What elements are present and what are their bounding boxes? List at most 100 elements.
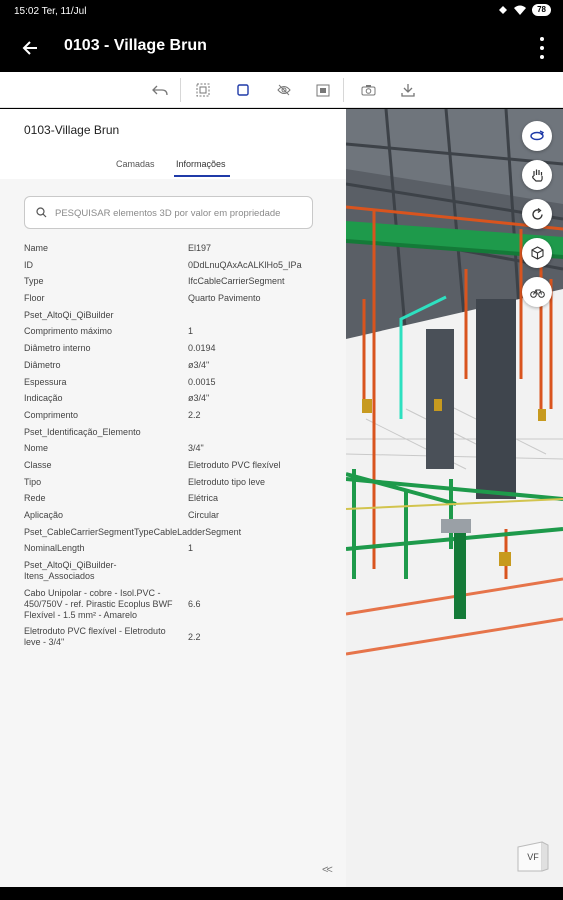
device-screen: { "status": { "time": "15:02 Ter, 11/Jul… xyxy=(0,0,563,900)
download-icon xyxy=(401,84,415,97)
property-value: 2.2 xyxy=(188,409,201,420)
property-key: Nome xyxy=(24,443,49,454)
property-value: Elétrica xyxy=(188,493,219,504)
property-key: Aplicação xyxy=(24,510,64,520)
property-key: NominalLength xyxy=(24,543,85,554)
property-value: 0.0194 xyxy=(188,343,216,354)
properties-list: Name El197 ID 0DdLnuQAxAcALKlHo5_IPa Type Ifc… xyxy=(24,243,324,654)
property-value: 6.6 xyxy=(188,598,201,609)
bicycle-icon xyxy=(529,289,545,298)
property-key: Tipo xyxy=(24,476,42,487)
orbit-icon xyxy=(530,130,544,141)
app-bar: 0103 - Village Brun xyxy=(0,24,563,72)
property-key: Pset_Identificação_Elemento xyxy=(24,426,141,437)
status-bar: 15:02 Ter, 11/Jul 78 xyxy=(0,0,563,24)
3d-viewport[interactable]: VF xyxy=(346,109,563,887)
collapse-panel-button[interactable]: << xyxy=(322,864,333,876)
hide-button[interactable] xyxy=(274,80,294,100)
viewcube-corner[interactable]: VF xyxy=(516,841,550,873)
property-value: El197 xyxy=(188,243,212,253)
section-box-button[interactable] xyxy=(313,80,333,100)
property-value xyxy=(188,527,320,538)
pan-button[interactable] xyxy=(522,160,552,190)
system-nav-bar xyxy=(0,887,563,900)
property-row: Pset_AltoQi_QiBuilder-Itens_Associados xyxy=(24,560,324,582)
cube-icon xyxy=(530,246,544,260)
hand-icon xyxy=(531,169,543,182)
property-value: Eletroduto tipo leve xyxy=(188,476,266,487)
property-row: Indicação ø3/4" xyxy=(24,393,324,404)
property-value: 0.0015 xyxy=(188,376,216,387)
property-key: Cabo Unipolar - cobre - Isol.PVC - 450/7… xyxy=(24,587,173,620)
property-row: Pset_AltoQi_QiBuilder xyxy=(24,310,324,321)
property-row: Pset_Identificação_Elemento xyxy=(24,427,324,438)
download-button[interactable] xyxy=(398,80,418,100)
property-key: ID xyxy=(24,259,33,270)
alarm-icon xyxy=(499,6,508,14)
undo-button[interactable] xyxy=(150,80,170,100)
property-row: Eletroduto PVC flexível - Eletroduto lev… xyxy=(24,626,324,648)
screenshot-button[interactable] xyxy=(358,80,378,100)
property-row: Comprimento máximo 1 xyxy=(24,326,324,337)
status-icons: 78 xyxy=(498,4,551,16)
search-box[interactable] xyxy=(24,196,313,229)
property-value: Quarto Pavimento xyxy=(188,293,261,304)
property-key: Diâmetro xyxy=(24,359,61,370)
orbit-button[interactable] xyxy=(522,121,552,151)
property-row: Floor Quarto Pavimento xyxy=(24,293,324,304)
property-row: Espessura 0.0015 xyxy=(24,377,324,388)
property-row: Rede Elétrica xyxy=(24,493,324,504)
property-row: ID 0DdLnuQAxAcALKlHo5_IPa xyxy=(24,260,324,271)
more-options-button[interactable] xyxy=(537,37,547,59)
property-value xyxy=(188,560,320,582)
battery-icon: 78 xyxy=(532,4,551,16)
property-value: ø3/4" xyxy=(188,393,210,404)
search-input[interactable] xyxy=(55,204,307,222)
wifi-icon xyxy=(514,5,527,15)
property-key: Eletroduto PVC flexível - Eletroduto lev… xyxy=(24,626,166,648)
tab-camadas[interactable]: Camadas xyxy=(116,159,155,169)
view-cube-button[interactable] xyxy=(522,238,552,268)
property-row: Classe Eletroduto PVC flexível xyxy=(24,460,324,471)
property-key: Type xyxy=(24,276,44,287)
property-key: Name xyxy=(24,243,49,253)
property-key: Pset_CableCarrierSegmentTypeCableLadderS… xyxy=(24,526,242,537)
property-value: Eletroduto PVC flexível xyxy=(188,459,281,470)
property-value: ø3/4" xyxy=(188,359,210,370)
property-row: Diâmetro ø3/4" xyxy=(24,360,324,371)
property-value xyxy=(188,427,320,438)
property-value: 1 xyxy=(188,543,194,554)
property-value: 1 xyxy=(188,326,194,337)
property-row: Comprimento 2.2 xyxy=(24,410,324,421)
property-key: Pset_AltoQi_QiBuilder xyxy=(24,309,114,320)
property-row: Pset_CableCarrierSegmentTypeCableLadderS… xyxy=(24,527,324,538)
fit-selection-button[interactable] xyxy=(193,80,213,100)
undo-icon xyxy=(152,85,168,96)
property-key: Espessura xyxy=(24,376,67,387)
image-frame-icon xyxy=(316,84,330,96)
property-value: 2.2 xyxy=(188,631,201,642)
square-icon xyxy=(237,84,249,96)
property-key: Comprimento máximo xyxy=(24,326,113,337)
property-value: Circular xyxy=(188,510,220,520)
rotate-button[interactable] xyxy=(522,199,552,229)
frame-select-icon xyxy=(196,83,210,97)
property-key: Classe xyxy=(24,459,52,470)
rotate-icon xyxy=(531,207,543,220)
arrow-left-icon xyxy=(22,41,37,55)
property-value: 3/4" xyxy=(188,443,204,454)
tab-informacoes[interactable]: Informações xyxy=(176,159,226,169)
property-row: Diâmetro interno 0.0194 xyxy=(24,343,324,354)
walk-mode-button[interactable] xyxy=(522,277,552,307)
back-button[interactable] xyxy=(16,34,44,62)
property-value: 0DdLnuQAxAcALKlHo5_IPa xyxy=(188,259,302,270)
select-box-button[interactable] xyxy=(233,80,253,100)
property-row: Cabo Unipolar - cobre - Isol.PVC - 450/7… xyxy=(24,588,324,621)
property-row: NominalLength 1 xyxy=(24,543,324,554)
info-panel: 0103-Village Brun Camadas Informações Na… xyxy=(0,109,346,887)
property-row: Tipo Eletroduto tipo leve xyxy=(24,477,324,488)
property-value xyxy=(188,310,320,321)
search-icon xyxy=(36,207,47,218)
viewer-toolbar xyxy=(0,72,563,108)
panel-header: 0103-Village Brun Camadas Informações xyxy=(0,109,346,179)
